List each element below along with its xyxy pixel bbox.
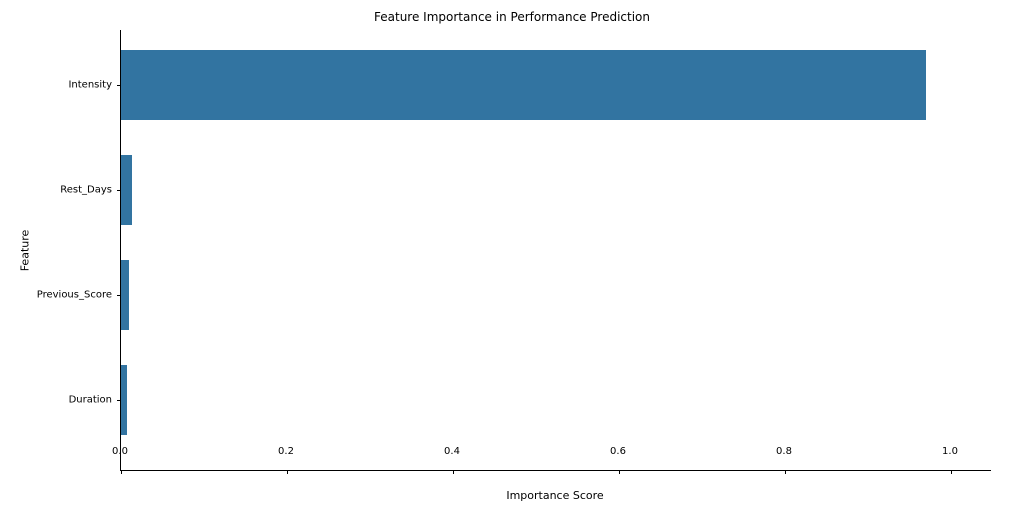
xtick-label: 0.0 [112,446,128,457]
xtick-label: 0.2 [278,446,294,457]
bar-previous-score [121,260,129,330]
ytick-mark [117,85,121,86]
xtick-label: 0.8 [776,446,792,457]
xtick-label: 0.6 [610,446,626,457]
xtick-mark [951,470,952,474]
ytick-mark [117,400,121,401]
y-axis-label: Feature [18,30,32,470]
chart-title: Feature Importance in Performance Predic… [0,10,1024,24]
x-axis-label: Importance Score [120,489,990,502]
bar-intensity [121,50,926,120]
bar-duration [121,365,127,435]
xtick-label: 1.0 [942,446,958,457]
chart-figure: Feature Importance in Performance Predic… [0,0,1024,508]
xtick-mark [453,470,454,474]
ytick-mark [117,295,121,296]
bar-rest-days [121,155,132,225]
ytick-mark [117,190,121,191]
xtick-mark [121,470,122,474]
xtick-label: 0.4 [444,446,460,457]
xtick-mark [619,470,620,474]
plot-area [120,30,991,471]
y-axis-label-text: Feature [19,229,32,271]
xtick-mark [785,470,786,474]
xtick-mark [287,470,288,474]
